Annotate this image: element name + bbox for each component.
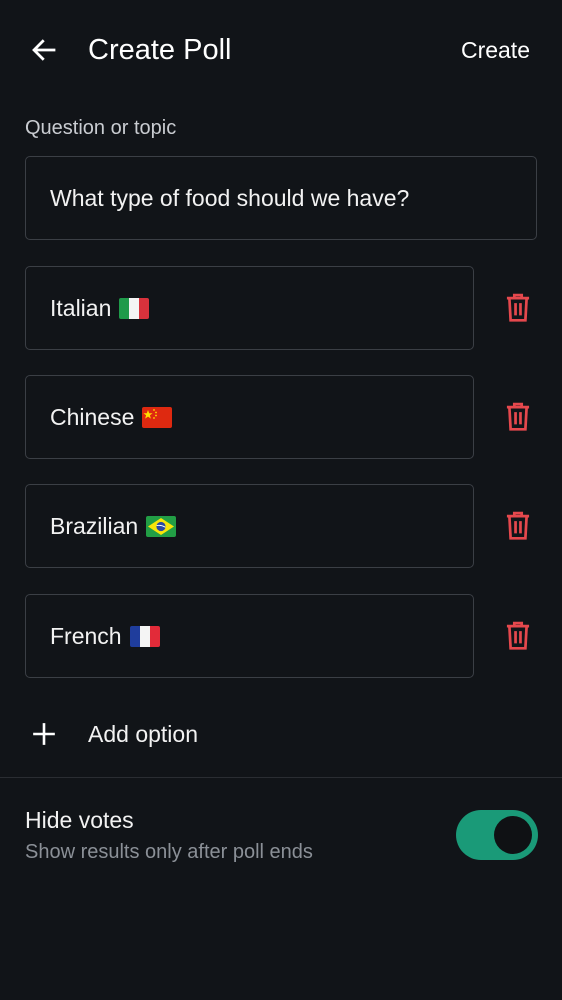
back-button[interactable]	[24, 30, 64, 70]
app-bar: Create Poll Create	[0, 0, 562, 100]
delete-option-3-button[interactable]	[498, 506, 538, 546]
option-input-3[interactable]: Brazilian	[25, 484, 474, 568]
flag-france-icon	[129, 625, 160, 647]
question-label: Question or topic	[25, 117, 177, 139]
option-input-4[interactable]: French	[25, 594, 474, 678]
hide-votes-toggle[interactable]	[456, 810, 538, 860]
plus-icon	[24, 714, 64, 754]
create-button[interactable]: Create	[461, 32, 530, 68]
option-label: Italian	[50, 294, 112, 321]
trash-icon	[506, 511, 530, 540]
hide-votes-subtitle: Show results only after poll ends	[25, 841, 313, 863]
option-input-1[interactable]: Italian	[25, 266, 474, 350]
delete-option-1-button[interactable]	[498, 288, 538, 328]
delete-option-4-button[interactable]	[498, 616, 538, 656]
flag-brazil-icon	[146, 515, 177, 537]
question-input[interactable]: What type of food should we have?	[25, 156, 537, 240]
toggle-knob	[494, 816, 532, 854]
add-option-label: Add option	[88, 720, 198, 747]
add-option-button[interactable]: Add option	[24, 710, 198, 758]
option-label: French	[50, 622, 122, 649]
option-label: Chinese	[50, 403, 135, 430]
option-input-2[interactable]: Chinese	[25, 375, 474, 459]
trash-icon	[506, 293, 530, 322]
delete-option-2-button[interactable]	[498, 397, 538, 437]
divider	[0, 777, 562, 778]
page-title: Create Poll	[88, 34, 232, 66]
question-value: What type of food should we have?	[50, 184, 410, 211]
trash-icon	[506, 402, 530, 431]
option-label: Brazilian	[50, 512, 139, 539]
flag-italy-icon	[119, 297, 150, 319]
trash-icon	[506, 621, 530, 650]
arrow-left-icon	[32, 39, 56, 61]
hide-votes-title: Hide votes	[25, 807, 134, 833]
flag-china-icon	[142, 406, 173, 428]
